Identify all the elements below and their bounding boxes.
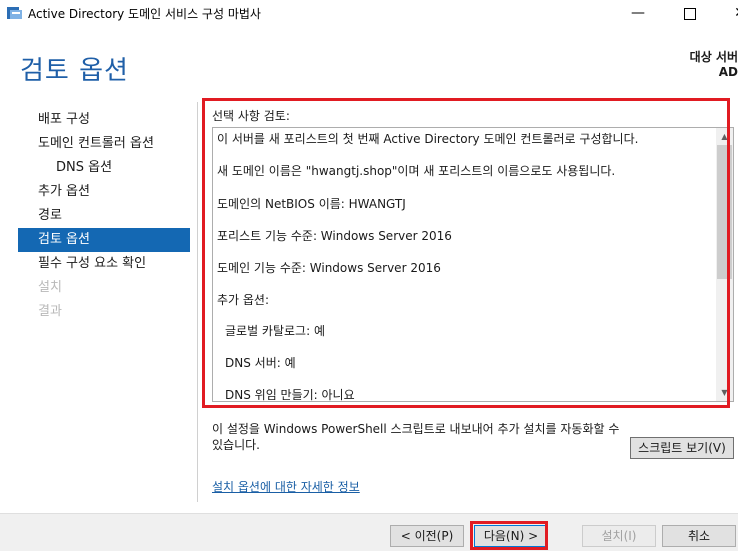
nav-item-deployment[interactable]: 배포 구성 bbox=[18, 108, 190, 132]
target-server-value: AD bbox=[718, 65, 738, 79]
target-server-label: 대상 서버 bbox=[689, 50, 738, 64]
nav-item-dns-options[interactable]: DNS 옵션 bbox=[18, 156, 190, 180]
title-bar: Active Directory 도메인 서비스 구성 마법사 — ✕ bbox=[0, 0, 738, 26]
cancel-button[interactable]: 취소 bbox=[662, 525, 736, 547]
nav-divider bbox=[197, 102, 198, 502]
nav-item-prerequisites[interactable]: 필수 구성 요소 확인 bbox=[18, 252, 190, 276]
review-highlight bbox=[202, 98, 730, 408]
maximize-button[interactable] bbox=[670, 0, 710, 26]
nav-item-paths[interactable]: 경로 bbox=[18, 204, 190, 228]
page-title: 검토 옵션 bbox=[20, 56, 129, 86]
view-script-button[interactable]: 스크립트 보기(V) bbox=[630, 437, 734, 459]
nav-item-additional-options[interactable]: 추가 옵션 bbox=[18, 180, 190, 204]
minimize-button[interactable]: — bbox=[618, 0, 658, 26]
nav-item-dc-options[interactable]: 도메인 컨트롤러 옵션 bbox=[18, 132, 190, 156]
export-description: 이 설정을 Windows PowerShell 스크립트로 내보내어 추가 설… bbox=[212, 422, 620, 452]
next-button-highlight bbox=[470, 521, 548, 550]
install-button: 설치(I) bbox=[582, 525, 656, 547]
close-button[interactable]: ✕ bbox=[720, 0, 738, 26]
nav-item-results: 결과 bbox=[38, 304, 62, 319]
wizard-nav: 배포 구성 도메인 컨트롤러 옵션 DNS 옵션 추가 옵션 경로 검토 옵션 … bbox=[18, 108, 190, 324]
server-manager-icon bbox=[7, 7, 22, 19]
maximize-icon bbox=[684, 8, 696, 20]
window-title: Active Directory 도메인 서비스 구성 마법사 bbox=[28, 7, 261, 21]
prev-button[interactable]: < 이전(P) bbox=[390, 525, 464, 547]
more-info-link[interactable]: 설치 옵션에 대한 자세한 정보 bbox=[212, 478, 360, 495]
nav-item-review-options[interactable]: 검토 옵션 bbox=[18, 228, 190, 252]
target-server: 대상 서버 AD bbox=[690, 50, 738, 80]
nav-item-installation: 설치 bbox=[38, 280, 62, 295]
